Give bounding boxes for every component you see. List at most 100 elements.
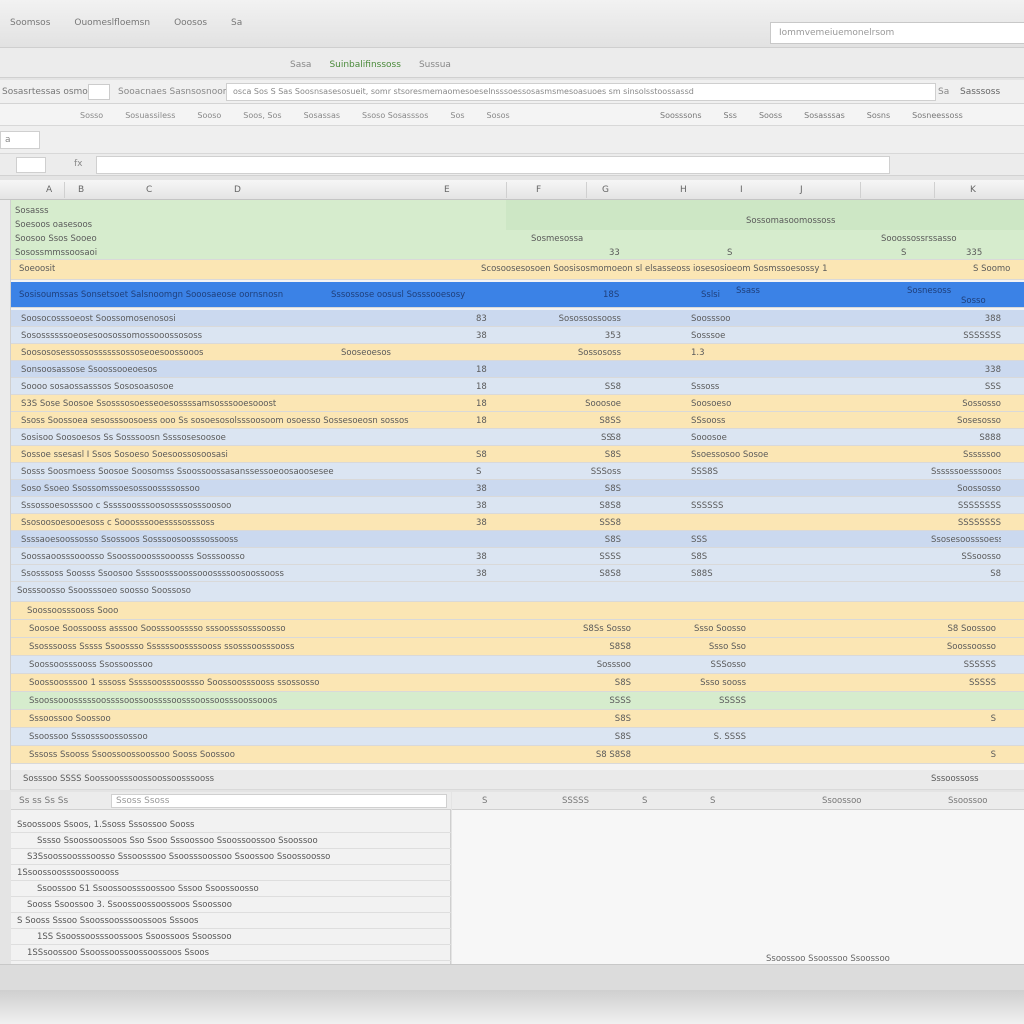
- cell-row-col-k[interactable]: Sossosso: [931, 395, 1001, 411]
- group-cell-k[interactable]: SSSSSS: [926, 656, 996, 673]
- cell-row-label[interactable]: Soosocosssoeost Soossomosenososi: [21, 310, 176, 326]
- cell-row-label[interactable]: Soooo sosaossasssos Sososoasosoe: [21, 378, 174, 394]
- cell-row-col-g[interactable]: S8: [551, 429, 621, 445]
- cell-row-col-h[interactable]: Sooosoe: [691, 429, 727, 445]
- group-cell-label[interactable]: Sssoss Ssooss Ssoossoossoossoo Sooss Soo…: [29, 746, 235, 763]
- ribbon-tab-2[interactable]: Suinbalifinssoss: [329, 60, 401, 70]
- cell-row-col-e[interactable]: 18: [476, 361, 487, 377]
- group-cell-label[interactable]: Soossoosssooss Ssossoossoo: [29, 656, 153, 673]
- group-cell-g[interactable]: S8S8: [561, 638, 631, 655]
- outline-search-input[interactable]: Ssoss Ssoss: [111, 794, 447, 808]
- preview-header-5[interactable]: Ssoossoo: [822, 796, 861, 806]
- column-header-h[interactable]: H: [680, 185, 687, 195]
- toolbar-item-1[interactable]: Sosso: [80, 111, 103, 120]
- cell-row-col-e[interactable]: 38: [476, 548, 487, 564]
- toolbar-item-3[interactable]: Sooso: [197, 111, 221, 120]
- cell-row-col-g[interactable]: Sosossossooss: [551, 310, 621, 326]
- column-header-c[interactable]: C: [146, 185, 152, 195]
- cell-row-col-k[interactable]: SSSSSSS: [931, 327, 1001, 343]
- cell-row-col-h[interactable]: Sssoss: [691, 378, 719, 394]
- cell-row-col-k[interactable]: Ssosesoosssoess: [931, 531, 1001, 547]
- column-header-a[interactable]: A: [46, 185, 52, 195]
- address-toggle[interactable]: [88, 84, 110, 100]
- toolbar-right-item-3[interactable]: Sooss: [759, 111, 782, 120]
- list-item[interactable]: 1SS Ssoossoosssoossoos Ssoossoos Ssoosso…: [11, 928, 451, 945]
- search-input[interactable]: Iommvemeiuemonelrsom: [770, 22, 1024, 44]
- cell-row-col-k[interactable]: Ssssssoo: [931, 446, 1001, 462]
- header-cell-4[interactable]: Sslsi: [701, 286, 720, 311]
- group-cell-g[interactable]: S8Ss Sosso: [561, 620, 631, 637]
- ribbon-tab-3[interactable]: Sussua: [419, 60, 451, 70]
- list-item[interactable]: 1Ssoossoosssoossoooss: [11, 864, 451, 881]
- cell-row-col-g[interactable]: S8S8: [551, 497, 621, 513]
- cell-row-label[interactable]: Sssossoesosssoo c Sssssoosssoosossssosss…: [21, 497, 231, 513]
- cell-row-label[interactable]: Soossaoosssooosso Ssoossooosssooosss Sos…: [21, 548, 245, 564]
- cell-row-col-e[interactable]: 38: [476, 565, 487, 581]
- cell-row-col-k[interactable]: S8: [931, 565, 1001, 581]
- group-cell-label[interactable]: Ssoossoo Sssosssoossossoo: [29, 728, 148, 745]
- cell-row-col-g[interactable]: Sossososs: [551, 344, 621, 360]
- toolbar-right-item-6[interactable]: Sosneessoss: [912, 111, 963, 120]
- cell-row-col-g[interactable]: S8S: [551, 480, 621, 496]
- formula-input[interactable]: [96, 156, 890, 174]
- preview-header-2[interactable]: SSSSS: [562, 796, 589, 806]
- column-header-k[interactable]: K: [970, 185, 976, 195]
- column-header-e[interactable]: E: [444, 185, 450, 195]
- cell-row-col-e[interactable]: 18: [476, 412, 487, 428]
- menu-item-1[interactable]: Soomsos: [8, 16, 52, 30]
- menu-item-3[interactable]: Ooosos: [172, 16, 209, 30]
- url-input[interactable]: osca Sos S Sas Soosnsasesosueit, somr st…: [226, 83, 936, 101]
- cell-row-col-k[interactable]: 388: [931, 310, 1001, 326]
- toolbar-item-8[interactable]: Sosos: [487, 111, 510, 120]
- cell-row-col-e[interactable]: S: [476, 463, 481, 479]
- group-cell-h[interactable]: [676, 746, 746, 763]
- cell-row-label[interactable]: Sossoe ssesasl I Ssos Sosoeso Soesoossos…: [21, 446, 228, 462]
- group-cell-label[interactable]: Ssosssooss Sssss Ssoossso Ssssssoossssoo…: [29, 638, 294, 655]
- group-cell-g[interactable]: S8S: [561, 710, 631, 727]
- group-cell-h[interactable]: S. SSSS: [676, 728, 746, 745]
- menu-item-4[interactable]: Sa: [229, 16, 244, 30]
- cell-row-col-g[interactable]: SSS8: [551, 514, 621, 530]
- group-cell-g[interactable]: S8S: [561, 728, 631, 745]
- cell-row-col-g[interactable]: S8SS: [551, 412, 621, 428]
- header-cell-1[interactable]: Sosisoumssas Sonsetsoet Salsnoomgn Sooos…: [19, 286, 283, 311]
- column-header-g[interactable]: G: [602, 185, 609, 195]
- cell-row-sub[interactable]: Sooseoesos: [341, 344, 391, 360]
- list-item[interactable]: Ssoossoo S1 Ssoossoosssoossoo Sssoo Ssoo…: [11, 880, 451, 897]
- toolbar-right-item-4[interactable]: Sosasssas: [804, 111, 845, 120]
- group-cell-h[interactable]: Ssso Sso: [676, 638, 746, 655]
- cell-row-col-g[interactable]: 353: [551, 327, 621, 343]
- group-subtitle[interactable]: Soossoosssooss Sooo: [27, 602, 118, 619]
- column-header-i[interactable]: I: [740, 185, 743, 195]
- group-title[interactable]: Sosssoosso Ssoosssoeo soosso Soossoso: [17, 582, 191, 601]
- column-header-f[interactable]: F: [536, 185, 541, 195]
- cell-row-col-k[interactable]: 338: [931, 361, 1001, 377]
- cell-row-label[interactable]: Ssosssoss Soosss Ssoosoo Ssssoosssoossoo…: [21, 565, 284, 581]
- group-cell-label[interactable]: Soossoosssoo 1 sssoss Sssssoosssoossso S…: [29, 674, 319, 691]
- cell-row-col-g[interactable]: S8S8: [551, 565, 621, 581]
- toolbar-right-item-5[interactable]: Sosns: [867, 111, 890, 120]
- cell-row-col-h[interactable]: Ssoessosoo Sosoe: [691, 446, 768, 462]
- cell-row-label[interactable]: Sosss Soosmoess Soosoe Soosomss Ssoossoo…: [21, 463, 334, 479]
- group-cell-k[interactable]: [926, 728, 996, 745]
- list-item[interactable]: S3Ssoossoosssoosso Sssoosssoo Ssoosssoos…: [11, 848, 451, 865]
- cell-row-col-h[interactable]: Soosoeso: [691, 395, 731, 411]
- list-item[interactable]: S Sooss Sssoo Ssoossoosssoossoos Sssoos: [11, 912, 451, 929]
- toolbar-right-item-2[interactable]: Sss: [724, 111, 737, 120]
- cell-row-col-e[interactable]: 18: [476, 395, 487, 411]
- cell-row-col-k[interactable]: SSSSSSSS: [931, 497, 1001, 513]
- cell-row-label[interactable]: Ssoss Soossoea sesosssoosoess ooo Ss sos…: [21, 412, 409, 428]
- cell-row-col-k[interactable]: [931, 344, 1001, 360]
- group-cell-h[interactable]: Ssso sooss: [676, 674, 746, 691]
- header-cell-3[interactable]: 18S: [603, 286, 619, 311]
- group-cell-label[interactable]: Soosoe Soossooss asssoo Soosssoosssso ss…: [29, 620, 286, 637]
- footer-label[interactable]: Sosssoo SSSS Soossoosssoossoossoosssooss: [23, 770, 214, 789]
- footer-value[interactable]: Sssoossoss: [931, 770, 979, 789]
- cell-row-label[interactable]: S3S Sose Soosoe Ssosssosoesseoesossssams…: [21, 395, 276, 411]
- menu-item-2[interactable]: Ouomeslfloemsn: [72, 16, 152, 30]
- toolbar-item-6[interactable]: Ssoso Sosasssos: [362, 111, 428, 120]
- cell-row-col-h[interactable]: Soosssoo: [691, 310, 730, 326]
- cell-row-col-e[interactable]: S8: [476, 446, 487, 462]
- header-cell-7[interactable]: Ssass: [736, 282, 760, 307]
- cell-summary-right[interactable]: S Soomo: [973, 260, 1010, 279]
